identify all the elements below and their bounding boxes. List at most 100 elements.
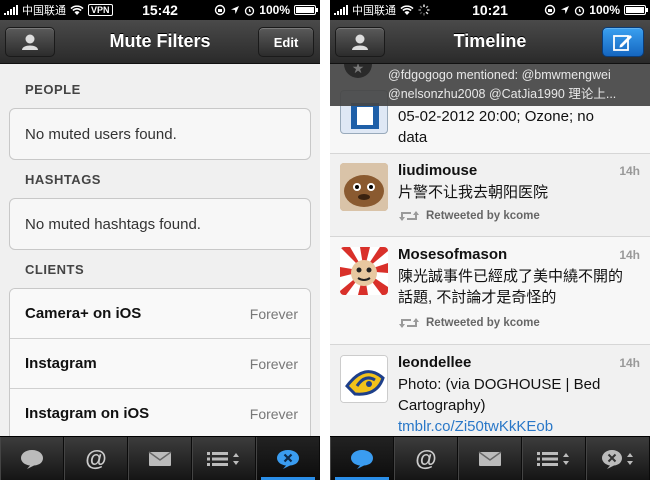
status-time: 15:42 bbox=[142, 2, 178, 18]
clients-header: CLIENTS bbox=[25, 262, 85, 277]
people-header: PEOPLE bbox=[25, 82, 81, 97]
retweet-indicator: Retweeted by kcome bbox=[398, 317, 540, 329]
person-icon bbox=[22, 34, 38, 50]
edit-button[interactable]: Edit bbox=[258, 27, 314, 57]
carrier-label: 中国联通 bbox=[352, 5, 396, 17]
page-title: Mute Filters bbox=[109, 31, 211, 51]
tweet-author[interactable]: Mosesofmason bbox=[398, 246, 507, 263]
client-name: Instagram bbox=[25, 355, 97, 372]
battery-percent: 100% bbox=[259, 3, 290, 17]
tab-timeline[interactable] bbox=[330, 437, 394, 480]
tab-bar: @ bbox=[0, 436, 320, 480]
tweet-avatar[interactable] bbox=[340, 163, 388, 211]
hashtags-section: No muted hashtags found. bbox=[9, 198, 311, 250]
at-sign-icon: @ bbox=[85, 445, 107, 471]
tweet-text-line: data bbox=[398, 129, 428, 146]
rotation-lock-icon bbox=[215, 4, 226, 16]
person-icon bbox=[352, 34, 368, 50]
tweet-text-line: 05-02-2012 20:00; Ozone; no bbox=[398, 108, 594, 125]
tweet-author[interactable]: liudimouse bbox=[398, 162, 477, 179]
tab-messages[interactable] bbox=[128, 437, 192, 480]
location-icon bbox=[231, 6, 240, 14]
retweet-indicator: Retweeted by kcome bbox=[398, 210, 540, 222]
tweet-link[interactable]: tmblr.co/Zi50twKkKEob bbox=[398, 418, 553, 435]
timeline-screen: 中国联通 10:21 100% Timeline ★ @fdgogogo men… bbox=[330, 0, 650, 480]
tweet-row[interactable]: leondellee 14h Photo: (via DOGHOUSE | Be… bbox=[330, 345, 650, 436]
client-name: Instagram on iOS bbox=[25, 405, 150, 422]
retweeted-by: Retweeted by kcome bbox=[426, 210, 540, 222]
signal-icon bbox=[4, 5, 18, 15]
envelope-icon bbox=[478, 450, 502, 466]
client-duration: Forever bbox=[249, 405, 298, 422]
at-sign-icon: @ bbox=[415, 445, 437, 471]
rotation-lock-icon bbox=[545, 4, 556, 16]
star-icon: ★ bbox=[344, 64, 372, 78]
speech-bubble-icon bbox=[21, 449, 43, 469]
tweet-text: 陳光誠事件已經成了美中繞不開的話題, 不討論才是奇怪的 bbox=[398, 268, 624, 306]
nav-bar: Mute Filters Edit bbox=[0, 20, 320, 64]
envelope-icon bbox=[148, 450, 172, 466]
list-icon bbox=[207, 451, 239, 466]
tab-mute[interactable] bbox=[256, 437, 320, 480]
people-empty-text: No muted users found. bbox=[25, 125, 177, 143]
tab-lists[interactable] bbox=[522, 437, 586, 480]
hashtags-empty-text: No muted hashtags found. bbox=[25, 215, 201, 233]
tab-mentions[interactable]: @ bbox=[394, 437, 458, 480]
client-duration: Forever bbox=[249, 305, 298, 322]
accounts-button[interactable] bbox=[335, 27, 385, 57]
banner-line-2: @nelsonzhu2008 @CatJia1990 理论上... bbox=[388, 87, 617, 101]
client-name: Camera+ on iOS bbox=[25, 305, 142, 322]
people-section: No muted users found. bbox=[9, 108, 311, 160]
retweet-icon bbox=[399, 211, 419, 221]
client-duration: Forever bbox=[249, 355, 298, 372]
hashtags-header: HASHTAGS bbox=[25, 172, 101, 187]
battery-percent: 100% bbox=[589, 3, 620, 17]
mute-filters-screen: 中国联通 VPN 15:42 100% Mute Filters Edit PE… bbox=[0, 0, 320, 480]
battery-icon bbox=[294, 5, 318, 15]
mute-bubble-icon bbox=[602, 449, 633, 469]
alarm-icon bbox=[245, 5, 255, 16]
status-time: 10:21 bbox=[472, 2, 508, 18]
compose-button[interactable] bbox=[602, 27, 644, 57]
tweet-author[interactable]: leondellee bbox=[398, 354, 471, 371]
tab-timeline[interactable] bbox=[0, 437, 64, 480]
tweet-avatar[interactable] bbox=[340, 247, 388, 295]
page-title: Timeline bbox=[453, 31, 527, 51]
tweet-text: 片警不让我去朝阳医院 bbox=[398, 184, 549, 201]
tab-messages[interactable] bbox=[458, 437, 522, 480]
nav-bar: Timeline bbox=[330, 20, 650, 64]
status-bar: 中国联通 VPN 15:42 100% bbox=[0, 0, 320, 20]
wifi-icon bbox=[70, 4, 84, 15]
tweet-text-block: Photo: (via DOGHOUSE | Bed Cartography) … bbox=[398, 374, 636, 436]
retweeted-by: Retweeted by kcome bbox=[426, 317, 540, 329]
tab-mentions[interactable]: @ bbox=[64, 437, 128, 480]
list-icon bbox=[537, 451, 569, 466]
tweet-time: 14h bbox=[619, 356, 640, 370]
client-row[interactable]: Camera+ on iOS Forever bbox=[10, 289, 310, 339]
wifi-icon bbox=[400, 4, 414, 15]
client-row[interactable]: Instagram Forever bbox=[10, 339, 310, 389]
carrier-label: 中国联通 bbox=[22, 5, 66, 17]
speech-bubble-icon bbox=[351, 449, 373, 469]
battery-icon bbox=[624, 5, 648, 15]
tweet-row[interactable]: Mosesofmason 14h 陳光誠事件已經成了美中繞不開的話題, 不討論才… bbox=[330, 237, 650, 345]
tweet-time: 14h bbox=[619, 248, 640, 262]
compose-icon bbox=[613, 35, 632, 51]
signal-icon bbox=[334, 5, 348, 15]
accounts-button[interactable] bbox=[5, 27, 55, 57]
tab-lists[interactable] bbox=[192, 437, 256, 480]
location-icon bbox=[561, 6, 570, 14]
mute-bubble-icon bbox=[277, 449, 299, 469]
timeline-list: ★ @fdgogogo mentioned: @bmwmengwei @nels… bbox=[330, 64, 650, 436]
client-row[interactable]: Instagram on iOS Forever bbox=[10, 389, 310, 439]
tweet-avatar[interactable] bbox=[340, 355, 388, 403]
clients-section: Camera+ on iOS Forever Instagram Forever… bbox=[9, 288, 311, 448]
retweet-icon bbox=[399, 318, 419, 328]
mention-banner[interactable]: ★ @fdgogogo mentioned: @bmwmengwei @nels… bbox=[330, 64, 650, 106]
tweet-row[interactable]: liudimouse 14h 片警不让我去朝阳医院 Retweeted by k… bbox=[330, 154, 650, 237]
status-bar: 中国联通 10:21 100% bbox=[330, 0, 650, 20]
tweet-time: 14h bbox=[619, 164, 640, 178]
vpn-badge: VPN bbox=[88, 4, 113, 16]
mute-filters-list: PEOPLE No muted users found. HASHTAGS No… bbox=[0, 64, 320, 448]
tab-mute[interactable] bbox=[586, 437, 650, 480]
